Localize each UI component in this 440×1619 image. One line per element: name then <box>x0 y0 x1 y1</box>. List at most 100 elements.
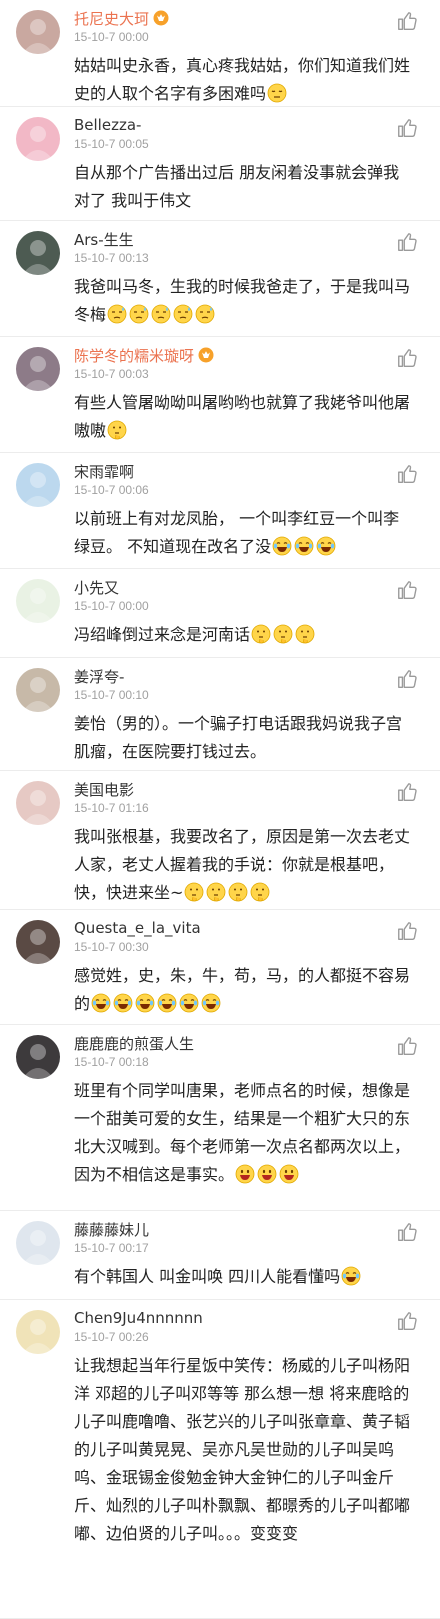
laugh-emoji-icon <box>316 536 336 556</box>
username[interactable]: Bellezza- <box>74 116 141 134</box>
think-emoji-icon <box>184 882 204 902</box>
user-avatar[interactable] <box>16 347 60 391</box>
vip-badge-icon <box>198 347 214 363</box>
comment-body: 冯绍峰倒过来念是河南话 <box>74 625 251 644</box>
user-avatar[interactable] <box>16 10 60 54</box>
laugh-emoji-icon <box>341 1266 361 1286</box>
comment-text: 我爸叫马冬，生我的时候我爸走了，于是我叫马冬梅 <box>74 273 410 329</box>
comment-item: 陈学冬的糯米璇呀 15-10-7 00:03 有些人管屠呦呦叫屠哟哟也就算了我姥爷叫… <box>0 337 440 453</box>
comment-text: 姑姑叫史永香，真心疼我姑姑，你们知道我们姓史的人取个名字有多困难吗 <box>74 52 410 108</box>
think-emoji-icon <box>295 624 315 644</box>
think-emoji-icon <box>250 882 270 902</box>
user-avatar[interactable] <box>16 579 60 623</box>
laugh-emoji-icon <box>201 993 221 1013</box>
comment-timestamp: 15-10-7 00:00 <box>74 599 149 613</box>
user-avatar[interactable] <box>16 920 60 964</box>
comment-item: 小先又 15-10-7 00:00 冯绍峰倒过来念是河南话 <box>0 569 440 658</box>
laugh-emoji-icon <box>294 536 314 556</box>
user-avatar[interactable] <box>16 1221 60 1265</box>
comment-item: 美国电影 15-10-7 01:16 我叫张根基，我要改名了，原因是第一次去老丈人家… <box>0 771 440 910</box>
sweat-emoji-icon <box>195 304 215 324</box>
comment-list: 托尼史大珂 15-10-7 00:00 姑姑叫史永香，真心疼我姑姑，你们知道我们姓史… <box>0 0 440 1619</box>
like-icon[interactable] <box>396 231 418 253</box>
username[interactable]: Questa_e_la_vita <box>74 919 201 937</box>
grin-emoji-icon <box>257 1164 277 1184</box>
comment-timestamp: 15-10-7 00:17 <box>74 1241 149 1255</box>
grin-emoji-icon <box>279 1164 299 1184</box>
comment-timestamp: 15-10-7 00:10 <box>74 688 149 702</box>
laugh-emoji-icon <box>91 993 111 1013</box>
sweat-emoji-icon <box>129 304 149 324</box>
laugh-emoji-icon <box>272 536 292 556</box>
comment-item: 藤藤藤妹儿 15-10-7 00:17 有个韩国人 叫金叫唤 四川人能看懂吗 <box>0 1211 440 1300</box>
comment-item: Bellezza- 15-10-7 00:05 自从那个广告播出过后 朋友闲着没事就… <box>0 107 440 221</box>
laugh-emoji-icon <box>113 993 133 1013</box>
username[interactable]: 美国电影 <box>74 779 134 800</box>
comment-text: 自从那个广告播出过后 朋友闲着没事就会弹我 对了 我叫于伟文 <box>74 159 410 215</box>
think-emoji-icon <box>228 882 248 902</box>
user-avatar[interactable] <box>16 1310 60 1354</box>
comment-text: 我叫张根基，我要改名了，原因是第一次去老丈人家，老丈人握着我的手说：你就是根基吧… <box>74 823 410 907</box>
sweat-emoji-icon <box>107 304 127 324</box>
username[interactable]: 鹿鹿鹿的煎蛋人生 <box>74 1033 194 1054</box>
like-icon[interactable] <box>396 463 418 485</box>
comment-body: 有个韩国人 叫金叫唤 四川人能看懂吗 <box>74 1267 341 1286</box>
like-icon[interactable] <box>396 1221 418 1243</box>
think-emoji-icon <box>107 420 127 440</box>
username[interactable]: 陈学冬的糯米璇呀 <box>74 345 194 366</box>
comment-body: 让我想起当年行星饭中笑传：杨威的儿子叫杨阳洋 邓超的儿子叫邓等等 那么想一想 将… <box>74 1356 411 1543</box>
username[interactable]: 托尼史大珂 <box>74 8 149 29</box>
user-avatar[interactable] <box>16 1035 60 1079</box>
like-icon[interactable] <box>396 668 418 690</box>
comment-item: Questa_e_la_vita 15-10-7 00:30 感觉姓，史，朱，牛，苟… <box>0 910 440 1025</box>
like-icon[interactable] <box>396 117 418 139</box>
user-avatar[interactable] <box>16 117 60 161</box>
comment-text: 班里有个同学叫唐果，老师点名的时候，想像是一个甜美可爱的女生，结果是一个粗犷大只… <box>74 1077 410 1189</box>
sweat-emoji-icon <box>151 304 171 324</box>
sweat-emoji-icon <box>173 304 193 324</box>
like-icon[interactable] <box>396 579 418 601</box>
username[interactable]: 宋雨霏啊 <box>74 461 134 482</box>
comment-text: 冯绍峰倒过来念是河南话 <box>74 621 410 649</box>
username[interactable]: 藤藤藤妹儿 <box>74 1219 149 1240</box>
user-avatar[interactable] <box>16 668 60 712</box>
like-icon[interactable] <box>396 1035 418 1057</box>
like-icon[interactable] <box>396 781 418 803</box>
grin-emoji-icon <box>235 1164 255 1184</box>
comment-item: 托尼史大珂 15-10-7 00:00 姑姑叫史永香，真心疼我姑姑，你们知道我们姓史… <box>0 0 440 107</box>
username[interactable]: Chen9Ju4nnnnnn <box>74 1309 203 1327</box>
comment-timestamp: 15-10-7 00:13 <box>74 251 149 265</box>
user-avatar[interactable] <box>16 231 60 275</box>
comment-item: Chen9Ju4nnnnnn 15-10-7 00:26 让我想起当年行星饭中笑传：… <box>0 1300 440 1619</box>
username[interactable]: 小先又 <box>74 577 119 598</box>
comment-text: 有个韩国人 叫金叫唤 四川人能看懂吗 <box>74 1263 410 1291</box>
sigh-emoji-icon <box>267 83 287 103</box>
comment-item: 鹿鹿鹿的煎蛋人生 15-10-7 00:18 班里有个同学叫唐果，老师点名的时候，想… <box>0 1025 440 1211</box>
comment-timestamp: 15-10-7 00:06 <box>74 483 149 497</box>
comment-item: 宋雨霏啊 15-10-7 00:06 以前班上有对龙凤胎， 一个叫李红豆一个叫李绿豆… <box>0 453 440 569</box>
comment-timestamp: 15-10-7 01:16 <box>74 801 149 815</box>
laugh-emoji-icon <box>179 993 199 1013</box>
think-emoji-icon <box>273 624 293 644</box>
comment-text: 姜怡（男的）。一个骗子打电话跟我妈说我子宫肌瘤，在医院要打钱过去。 <box>74 710 410 766</box>
comment-body: 姜怡（男的）。一个骗子打电话跟我妈说我子宫肌瘤，在医院要打钱过去。 <box>74 714 403 761</box>
username[interactable]: 姜浮夸- <box>74 666 124 687</box>
comment-timestamp: 15-10-7 00:26 <box>74 1330 149 1344</box>
comment-body: 姑姑叫史永香，真心疼我姑姑，你们知道我们姓史的人取个名字有多困难吗 <box>74 56 411 103</box>
user-avatar[interactable] <box>16 463 60 507</box>
comment-item: Ars-生生 15-10-7 00:13 我爸叫马冬，生我的时候我爸走了，于是我叫马… <box>0 221 440 337</box>
like-icon[interactable] <box>396 347 418 369</box>
user-avatar[interactable] <box>16 781 60 825</box>
comment-item: 姜浮夸- 15-10-7 00:10 姜怡（男的）。一个骗子打电话跟我妈说我子宫肌瘤… <box>0 658 440 771</box>
think-emoji-icon <box>206 882 226 902</box>
laugh-emoji-icon <box>157 993 177 1013</box>
username[interactable]: Ars-生生 <box>74 229 134 250</box>
comment-text: 让我想起当年行星饭中笑传：杨威的儿子叫杨阳洋 邓超的儿子叫邓等等 那么想一想 将… <box>74 1352 410 1548</box>
comment-timestamp: 15-10-7 00:00 <box>74 30 149 44</box>
comment-text: 以前班上有对龙凤胎， 一个叫李红豆一个叫李绿豆。 不知道现在改名了没 <box>74 505 410 561</box>
like-icon[interactable] <box>396 1310 418 1332</box>
comment-text: 感觉姓，史，朱，牛，苟，马，的人都挺不容易的 <box>74 962 410 1018</box>
comment-timestamp: 15-10-7 00:03 <box>74 367 149 381</box>
like-icon[interactable] <box>396 920 418 942</box>
like-icon[interactable] <box>396 10 418 32</box>
